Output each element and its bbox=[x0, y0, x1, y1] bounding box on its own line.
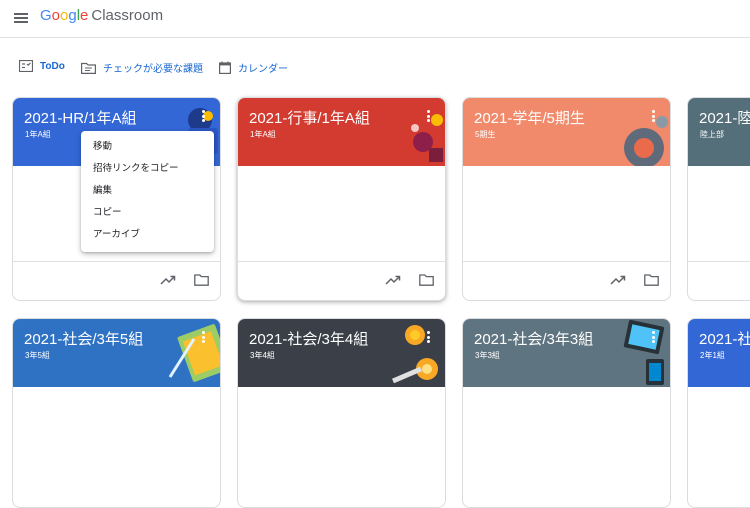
card-illustration bbox=[392, 325, 438, 384]
card-header[interactable]: 2021-社 2年1組 bbox=[688, 319, 750, 387]
trending-up-icon[interactable] bbox=[160, 274, 176, 286]
calendar-icon bbox=[219, 61, 231, 74]
logo-letter: g bbox=[68, 7, 77, 24]
menu-item-copy[interactable]: コピー bbox=[81, 204, 214, 226]
card-divider bbox=[238, 261, 445, 262]
card-title[interactable]: 2021-HR/1年A組 bbox=[24, 107, 137, 128]
card-illustration bbox=[624, 116, 668, 166]
card-header[interactable]: 2021-社会/3年4組 3年4組 bbox=[238, 319, 445, 387]
card-illustration bbox=[411, 114, 443, 162]
more-vert-icon[interactable] bbox=[650, 331, 656, 345]
logo-letter: e bbox=[80, 7, 89, 24]
card-subtitle: 3年4組 bbox=[250, 351, 275, 360]
more-vert-icon[interactable] bbox=[200, 110, 206, 124]
card-header[interactable]: 2021-社会/3年5組 3年5組 bbox=[13, 319, 220, 387]
card-header[interactable]: 2021-行事/1年A組 1年A組 bbox=[238, 98, 445, 166]
class-card[interactable]: 2021-社会/3年5組 3年5組 bbox=[12, 318, 221, 508]
top-app-bar: Google Classroom bbox=[0, 0, 750, 38]
folder-icon[interactable] bbox=[194, 274, 209, 286]
card-divider bbox=[688, 261, 750, 262]
menu-item-copy-invite-link[interactable]: 招待リンクをコピー bbox=[81, 160, 214, 182]
card-title[interactable]: 2021-陸 bbox=[699, 107, 750, 128]
card-header[interactable]: 2021-陸 陸上部 bbox=[688, 98, 750, 166]
folder-icon[interactable] bbox=[644, 274, 659, 286]
class-card[interactable]: 2021-社会/3年4組 3年4組 bbox=[237, 318, 446, 508]
todo-label: ToDo bbox=[40, 60, 65, 72]
card-subtitle: 陸上部 bbox=[700, 130, 724, 139]
card-title[interactable]: 2021-社 bbox=[699, 328, 750, 349]
class-card[interactable]: 2021-学年/5期生 5期生 bbox=[462, 97, 671, 301]
class-card[interactable]: 2021-行事/1年A組 1年A組 bbox=[237, 97, 446, 301]
class-card[interactable]: 2021-陸 陸上部 bbox=[687, 97, 750, 301]
card-subtitle: 2年1組 bbox=[700, 351, 725, 360]
todo-list-icon bbox=[19, 60, 33, 72]
card-title[interactable]: 2021-行事/1年A組 bbox=[249, 107, 370, 128]
card-title[interactable]: 2021-学年/5期生 bbox=[474, 107, 585, 128]
logo-product-name: Classroom bbox=[91, 7, 164, 24]
menu-item-archive[interactable]: アーカイブ bbox=[81, 226, 214, 248]
card-subtitle: 5期生 bbox=[475, 130, 496, 139]
card-title[interactable]: 2021-社会/3年4組 bbox=[249, 328, 368, 349]
card-title[interactable]: 2021-社会/3年5組 bbox=[24, 328, 143, 349]
review-label: チェックが必要な課題 bbox=[103, 64, 203, 75]
folder-review-icon bbox=[81, 62, 96, 74]
card-subtitle: 1年A組 bbox=[25, 130, 51, 139]
more-vert-icon[interactable] bbox=[200, 331, 206, 345]
hamburger-menu-icon[interactable] bbox=[12, 10, 30, 26]
logo-letter: G bbox=[40, 7, 52, 24]
more-vert-icon[interactable] bbox=[425, 331, 431, 345]
calendar-link[interactable]: カレンダー bbox=[219, 60, 288, 75]
class-card[interactable]: 2021-社会/3年3組 3年3組 bbox=[462, 318, 671, 508]
more-vert-icon[interactable] bbox=[425, 110, 431, 124]
review-link[interactable]: チェックが必要な課題 bbox=[81, 60, 203, 75]
card-subtitle: 1年A組 bbox=[250, 130, 276, 139]
card-context-menu: 移動 招待リンクをコピー 編集 コピー アーカイブ bbox=[81, 131, 214, 252]
card-subtitle: 3年5組 bbox=[25, 351, 50, 360]
card-divider bbox=[13, 261, 220, 262]
google-classroom-logo[interactable]: Google Classroom bbox=[40, 7, 163, 24]
calendar-label: カレンダー bbox=[238, 64, 288, 75]
folder-icon[interactable] bbox=[419, 274, 434, 286]
card-header[interactable]: 2021-学年/5期生 5期生 bbox=[463, 98, 670, 166]
card-header[interactable]: 2021-社会/3年3組 3年3組 bbox=[463, 319, 670, 387]
trending-up-icon[interactable] bbox=[610, 274, 626, 286]
card-illustration bbox=[623, 319, 665, 385]
card-divider bbox=[463, 261, 670, 262]
trending-up-icon[interactable] bbox=[385, 274, 401, 286]
menu-item-move[interactable]: 移動 bbox=[81, 138, 214, 160]
card-subtitle: 3年3組 bbox=[475, 351, 500, 360]
more-vert-icon[interactable] bbox=[650, 110, 656, 124]
menu-item-edit[interactable]: 編集 bbox=[81, 182, 214, 204]
card-illustration bbox=[168, 324, 220, 382]
card-title[interactable]: 2021-社会/3年3組 bbox=[474, 328, 593, 349]
class-card[interactable]: 2021-社 2年1組 bbox=[687, 318, 750, 508]
todo-link[interactable]: ToDo bbox=[19, 60, 65, 72]
logo-letter: o bbox=[51, 7, 61, 24]
